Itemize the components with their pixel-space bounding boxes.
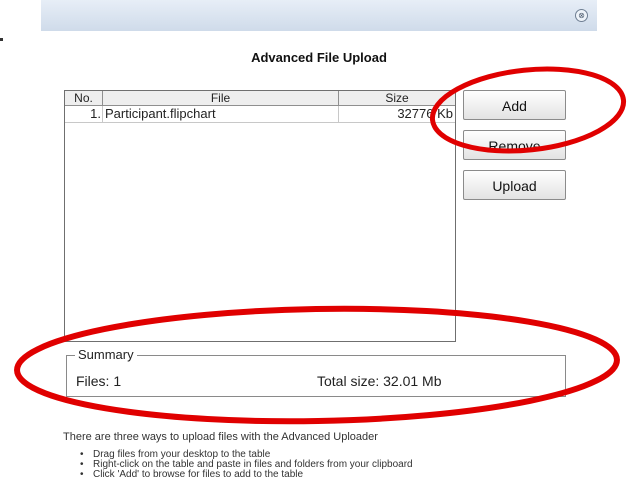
list-item: Click 'Add' to browse for files to add t… <box>80 470 413 480</box>
summary-total-size: Total size: 32.01 Mb <box>317 373 442 389</box>
summary-legend: Summary <box>75 347 137 362</box>
stray-dot <box>0 38 3 41</box>
column-header-no[interactable]: No. <box>65 91 103 106</box>
window-title-bar: ⊗ <box>41 0 597 31</box>
upload-button[interactable]: Upload <box>463 170 566 200</box>
summary-panel: Summary Files: 1 Total size: 32.01 Mb <box>66 347 566 397</box>
file-table[interactable]: No. File Size 1. Participant.flipchart 3… <box>64 90 456 342</box>
row-file-size: 32776 Kb <box>397 106 453 121</box>
add-button[interactable]: Add <box>463 90 566 120</box>
upload-instructions-list: Drag files from your desktop to the tabl… <box>80 450 413 480</box>
summary-files-count: Files: 1 <box>76 373 122 389</box>
column-header-size[interactable]: Size <box>339 91 455 106</box>
dialog-title: Advanced File Upload <box>251 50 387 65</box>
upload-instructions-intro: There are three ways to upload files wit… <box>63 431 378 443</box>
row-number: 1. <box>65 106 103 122</box>
table-row[interactable]: 1. Participant.flipchart 32776 Kb <box>65 106 455 123</box>
column-header-file[interactable]: File <box>103 91 339 106</box>
remove-button[interactable]: Remove <box>463 130 566 160</box>
close-icon[interactable]: ⊗ <box>575 9 588 22</box>
row-file-name: Participant.flipchart <box>103 106 339 122</box>
